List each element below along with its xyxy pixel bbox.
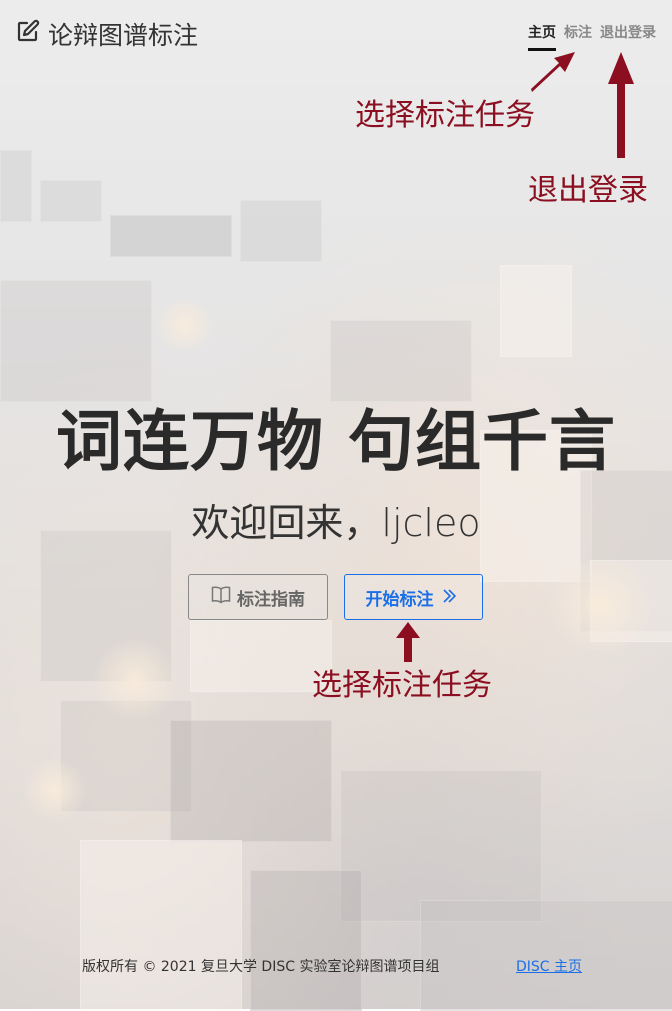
footer-disc-link[interactable]: DISC 主页 xyxy=(516,956,582,976)
hero-actions: 标注指南 开始标注 xyxy=(188,574,483,620)
edit-icon xyxy=(16,19,48,49)
guide-button[interactable]: 标注指南 xyxy=(188,574,328,620)
annotation-select-task-top: 选择标注任务 xyxy=(355,98,535,133)
nav-logout[interactable]: 退出登录 xyxy=(600,22,656,51)
annotation-logout: 退出登录 xyxy=(528,173,648,208)
start-button-label: 开始标注 xyxy=(365,589,434,610)
footer-copyright: 版权所有 © 2021 复旦大学 DISC 实验室论辩图谱项目组 xyxy=(82,959,440,975)
nav-annotate[interactable]: 标注 xyxy=(564,22,592,51)
double-chevron-right-icon xyxy=(442,585,462,609)
annotation-select-task-bottom: 选择标注任务 xyxy=(312,668,492,703)
annotation-arrow-start-icon xyxy=(396,622,420,662)
guide-button-label: 标注指南 xyxy=(237,589,305,610)
nav-menu: 主页 标注 退出登录 xyxy=(528,22,656,51)
start-annotate-button[interactable]: 开始标注 xyxy=(344,574,483,620)
brand-title: 论辩图谱标注 xyxy=(48,21,199,50)
hero-title: 词连万物 句组千言 xyxy=(56,403,616,480)
welcome-text: 欢迎回来，ljcleo xyxy=(191,501,481,545)
nav-home[interactable]: 主页 xyxy=(528,22,556,51)
annotation-arrow-logout-icon xyxy=(608,52,634,158)
book-icon xyxy=(211,586,237,609)
brand[interactable]: 论辩图谱标注 xyxy=(16,16,198,52)
